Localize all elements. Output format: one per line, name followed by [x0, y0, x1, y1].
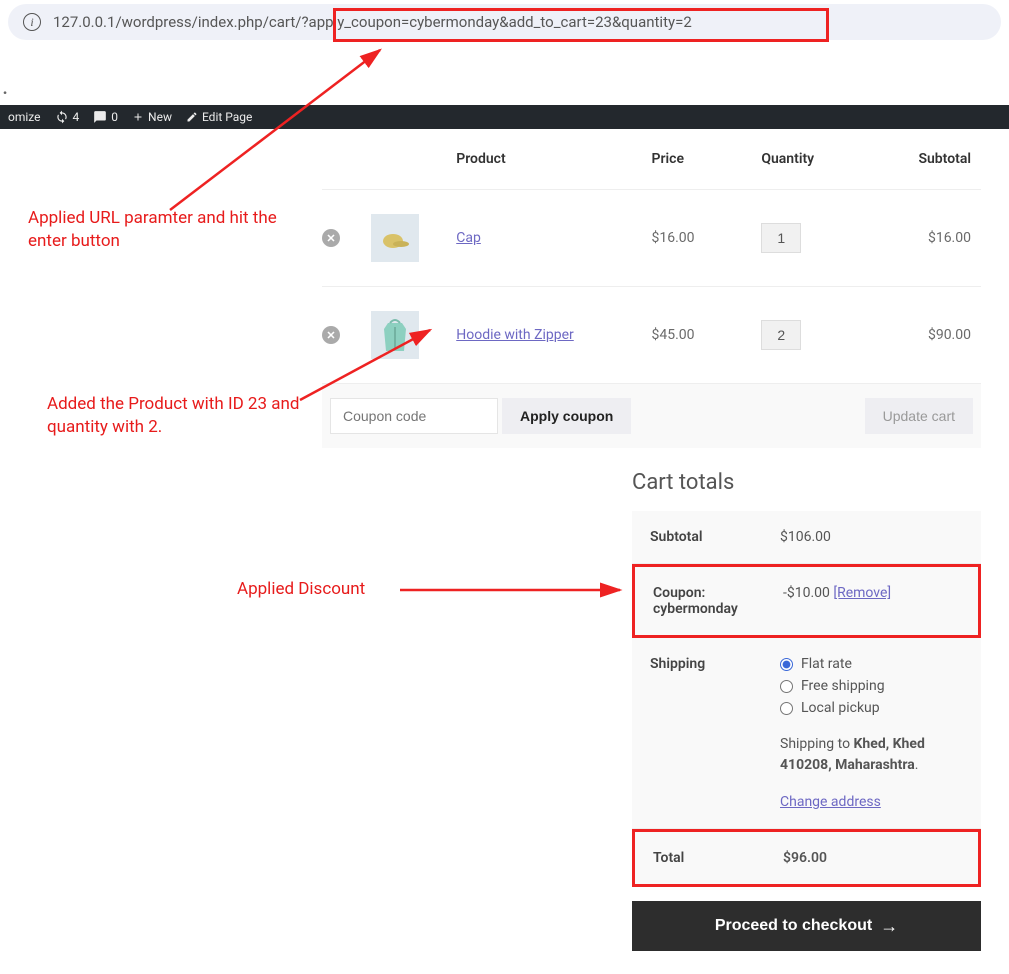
shipping-option[interactable]: Free shipping [780, 678, 963, 694]
product-thumb[interactable] [371, 311, 419, 359]
price-cell: $16.00 [651, 190, 761, 287]
change-address-link[interactable]: Change address [780, 794, 881, 810]
subtotal-row: Subtotal $106.00 [632, 511, 981, 564]
subtotal-cell: $90.00 [883, 287, 981, 384]
total-row: Total $96.00 [632, 829, 981, 887]
url-highlight-box [333, 8, 829, 42]
stray-dot: . [2, 72, 8, 100]
subtotal-cell: $16.00 [883, 190, 981, 287]
new-item[interactable]: New [132, 110, 172, 124]
update-cart-button[interactable]: Update cart [865, 398, 973, 434]
info-icon[interactable]: i [23, 13, 41, 31]
product-link[interactable]: Cap [456, 230, 481, 246]
shipping-row: Shipping Flat rateFree shippingLocal pic… [632, 638, 981, 829]
checkout-button[interactable]: Proceed to checkout→ [632, 901, 981, 951]
shipping-radio[interactable] [780, 702, 793, 715]
annotation-arrow-3 [395, 580, 630, 600]
coupon-input[interactable] [330, 398, 498, 434]
annotation-discount: Applied Discount [237, 578, 365, 601]
annotation-product: Added the Product with ID 23 and quantit… [47, 393, 317, 439]
shipping-address: Shipping to Khed, Khed 410208, Maharasht… [780, 734, 963, 776]
quantity-input[interactable] [761, 320, 801, 350]
remove-item-button[interactable]: ✕ [322, 229, 340, 247]
shipping-radio[interactable] [780, 658, 793, 671]
product-link[interactable]: Hoodie with Zipper [456, 327, 574, 343]
arrow-right-icon: → [880, 916, 898, 937]
apply-coupon-button[interactable]: Apply coupon [502, 398, 631, 434]
remove-coupon-link[interactable]: [Remove] [833, 585, 891, 601]
edit-page[interactable]: Edit Page [186, 110, 252, 124]
cart-totals: Cart totals Subtotal $106.00 Coupon: cyb… [632, 470, 981, 951]
quantity-input[interactable] [761, 223, 801, 253]
col-price: Price [651, 129, 761, 190]
customize-link[interactable]: omize [8, 110, 41, 124]
remove-item-button[interactable]: ✕ [322, 326, 340, 344]
cart-table-wrap: Product Price Quantity Subtotal ✕ Cap $1… [322, 129, 981, 448]
comments-item[interactable]: 0 [93, 110, 118, 124]
shipping-option[interactable]: Flat rate [780, 656, 963, 672]
coupon-row: Coupon: cybermonday -$10.00 [Remove] [632, 564, 981, 638]
col-product: Product [456, 129, 651, 190]
cart-totals-title: Cart totals [632, 470, 981, 495]
shipping-radio[interactable] [780, 680, 793, 693]
col-subtotal: Subtotal [883, 129, 981, 190]
price-cell: $45.00 [651, 287, 761, 384]
wp-admin-bar[interactable]: omize 4 0 New Edit Page [0, 105, 1009, 129]
table-row: ✕ Cap $16.00 $16.00 [322, 190, 981, 287]
refresh-item[interactable]: 4 [55, 110, 80, 124]
product-thumb[interactable] [371, 214, 419, 262]
cart-table: Product Price Quantity Subtotal ✕ Cap $1… [322, 129, 981, 384]
annotation-url: Applied URL paramter and hit the enter b… [28, 207, 318, 253]
cart-actions: Apply coupon Update cart [322, 384, 981, 448]
shipping-option[interactable]: Local pickup [780, 700, 963, 716]
col-quantity: Quantity [761, 129, 883, 190]
table-row: ✕ Hoodie with Zipper $45.00 $90.00 [322, 287, 981, 384]
